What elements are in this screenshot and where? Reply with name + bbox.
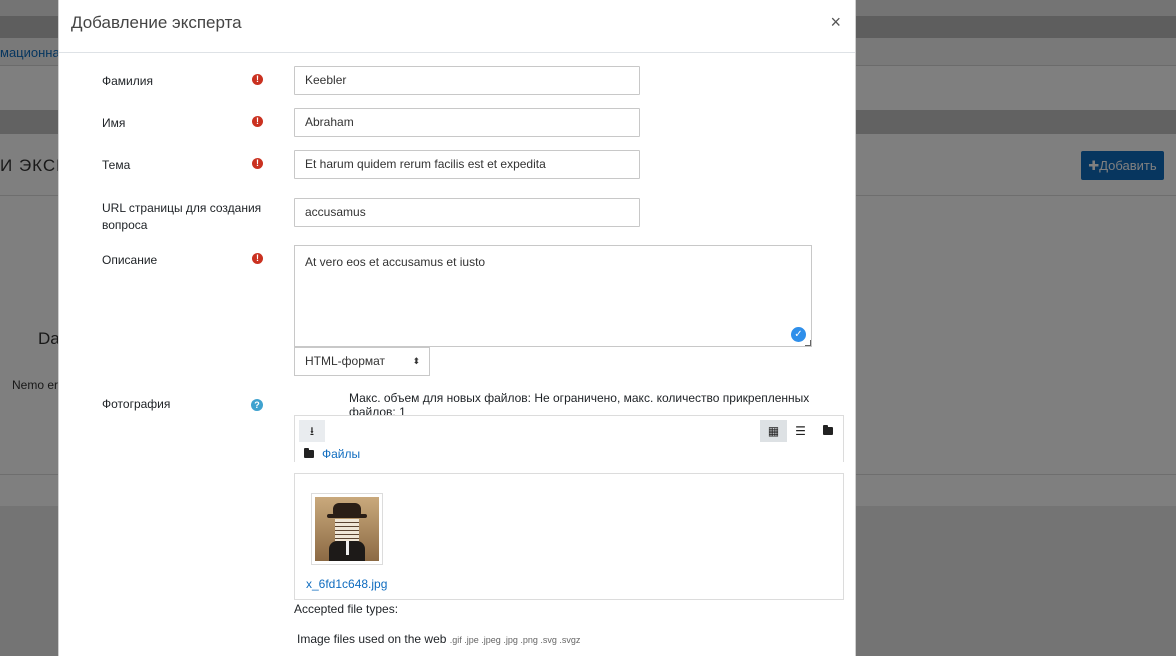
- view-switcher: ▦ ☰: [760, 420, 841, 442]
- files-path-link[interactable]: Файлы: [322, 447, 360, 461]
- photo-thumbnail-image: [315, 497, 379, 561]
- description-label: Описание: [102, 253, 158, 267]
- resize-handle[interactable]: [805, 340, 811, 346]
- surname-input[interactable]: Keebler: [294, 66, 640, 95]
- name-label: Имя: [102, 116, 126, 130]
- required-icon: !: [252, 158, 263, 169]
- name-input[interactable]: Abraham: [294, 108, 640, 137]
- surname-label: Фамилия: [102, 74, 153, 88]
- select-arrow-icon: ⬍: [412, 356, 420, 366]
- url-label: URL страницы для создания вопроса: [102, 201, 262, 232]
- photo-label: Фотография: [102, 397, 171, 411]
- description-text: At vero eos et accusamus et iusto: [305, 255, 486, 269]
- required-icon: !: [252, 253, 263, 264]
- grid-view-icon[interactable]: ▦: [760, 420, 787, 442]
- topic-input[interactable]: Et harum quidem rerum facilis est et exp…: [294, 150, 640, 179]
- add-expert-dialog: Добавление эксперта × Фамилия ! Keebler …: [58, 0, 856, 656]
- file-name-link[interactable]: x_6fd1c648.jpg: [306, 577, 387, 591]
- breadcrumb: Файлы: [304, 447, 360, 461]
- format-select-value: HTML-формат: [305, 354, 386, 368]
- file-drop-area[interactable]: x_6fd1c648.jpg: [294, 473, 844, 600]
- folder-icon: [304, 448, 314, 458]
- types-extensions: .gif .jpe .jpeg .jpg .png .svg .svgz: [449, 635, 581, 645]
- modal-title: Добавление эксперта: [71, 13, 242, 32]
- folder-view-icon[interactable]: [814, 420, 841, 442]
- required-icon: !: [252, 74, 263, 85]
- required-icon: !: [252, 116, 263, 127]
- download-icon[interactable]: ⭳: [299, 420, 325, 442]
- modal-header: Добавление эксперта ×: [59, 0, 855, 53]
- url-input[interactable]: accusamus: [294, 198, 640, 227]
- filepicker-toolbar: ⭳ ▦ ☰ Файлы: [294, 415, 844, 462]
- check-icon[interactable]: ✓: [791, 327, 806, 342]
- accepted-types-label: Accepted file types:: [294, 602, 399, 616]
- help-icon[interactable]: ?: [251, 399, 263, 411]
- description-editor[interactable]: At vero eos et accusamus et iusto ✓: [294, 245, 812, 347]
- file-thumbnail[interactable]: [311, 493, 383, 565]
- close-icon[interactable]: ×: [830, 13, 841, 31]
- folder-icon: [822, 425, 833, 435]
- accepted-types-list: Image files used on the web .gif .jpe .j…: [297, 632, 580, 646]
- types-label: Image files used on the web: [297, 632, 447, 646]
- topic-label: Тема: [102, 158, 131, 172]
- list-view-icon[interactable]: ☰: [787, 420, 814, 442]
- format-select[interactable]: HTML-формат ⬍: [294, 347, 430, 376]
